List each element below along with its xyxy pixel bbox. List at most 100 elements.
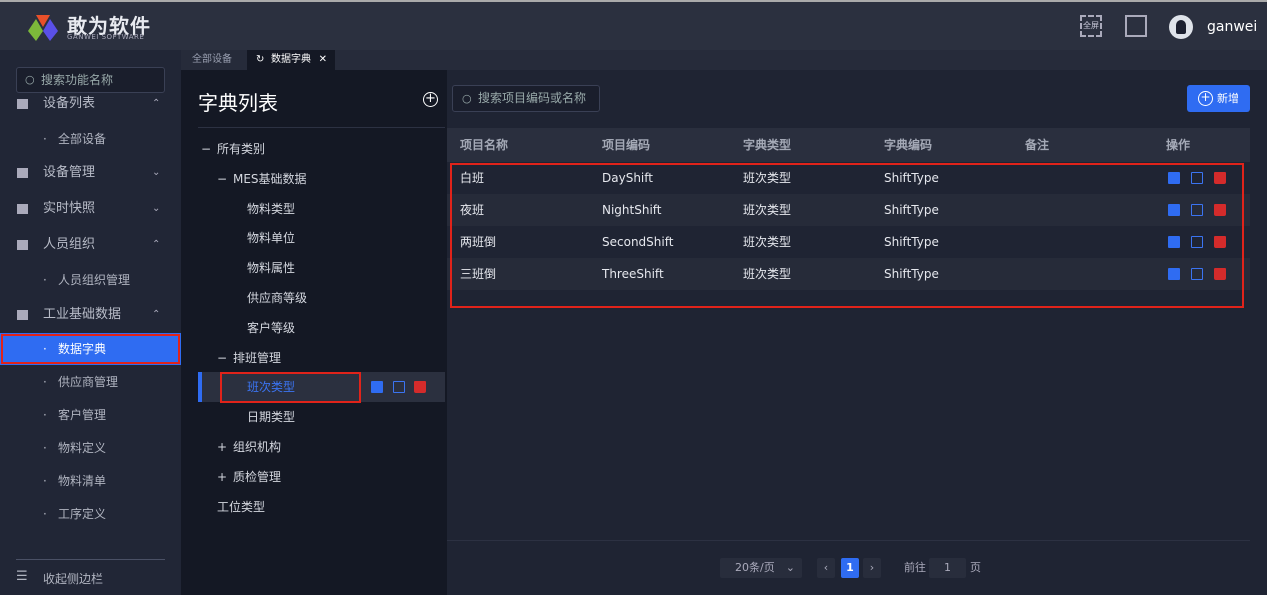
tab-data-dictionary[interactable]: ↻ 数据字典 ✕ (247, 50, 335, 70)
page-1-button[interactable]: 1 (841, 558, 859, 578)
tree-node[interactable]: + 质检管理 (181, 462, 445, 492)
delete-icon[interactable] (414, 381, 426, 394)
tree-node-label: 排班管理 (233, 350, 282, 365)
sidebar-item[interactable]: · 数据字典 (0, 333, 181, 365)
divider (198, 127, 445, 128)
bullet-icon: · (43, 375, 47, 389)
tree-node[interactable]: + 组织机构 (181, 432, 445, 462)
top-header: 敢为软件 GANWEI SOFTWARE 全屏 ganwei (0, 0, 1267, 50)
sidebar-item-label: 客户管理 (58, 408, 107, 422)
menu-icon (17, 204, 28, 214)
chevron-down-icon: ⌄ (152, 203, 161, 214)
chevron-down-icon: ⌄ (152, 167, 161, 178)
sidebar-item[interactable]: · 人员组织管理 (0, 264, 181, 296)
sidebar-item[interactable]: 设备列表 ⌃ (0, 88, 181, 120)
view-icon[interactable] (371, 381, 383, 394)
tree-node[interactable]: 物料类型 (181, 194, 445, 224)
collapse-sidebar-button[interactable]: ☰ 收起侧边栏 (16, 569, 103, 586)
close-icon[interactable]: ✕ (319, 50, 327, 70)
sidebar-item-label: 设备管理 (43, 165, 96, 180)
sidebar-item-label: 工业基础数据 (43, 307, 122, 322)
bullet-icon: · (43, 507, 47, 521)
sidebar-item-label: 物料定义 (58, 441, 107, 455)
sidebar-item-label: 供应商管理 (58, 375, 119, 389)
sidebar-item[interactable]: 人员组织 ⌃ (0, 229, 181, 261)
sidebar-item-label: 数据字典 (58, 342, 107, 356)
chevron-up-icon: ⌃ (152, 239, 161, 250)
sidebar-item[interactable]: · 全部设备 (0, 123, 181, 155)
add-button[interactable]: 新增 (1187, 85, 1250, 112)
tree-node-label: 组织机构 (233, 440, 282, 454)
collapse-icon[interactable]: − (217, 343, 227, 373)
menu-icon (17, 99, 28, 109)
menu-icon (17, 168, 28, 178)
fullscreen-icon[interactable] (1125, 15, 1147, 37)
sidebar-item[interactable]: · 供应商管理 (0, 366, 181, 398)
tree-node-label: 物料类型 (247, 201, 296, 216)
tree-node[interactable]: 日期类型 (181, 402, 445, 432)
column-header: 项目名称 (460, 138, 509, 152)
chevron-down-icon: ⌄ (785, 561, 795, 574)
sidebar-item-label: 人员组织管理 (58, 273, 131, 287)
collapse-icon[interactable]: − (217, 164, 227, 194)
bullet-icon: · (43, 441, 47, 455)
tree-node[interactable]: 客户等级 (181, 313, 445, 343)
tree-node-label: 物料属性 (247, 261, 296, 276)
add-category-button[interactable]: + (423, 92, 438, 107)
tree-node[interactable]: 工位类型 (181, 492, 445, 522)
refresh-icon[interactable]: ↻ (256, 50, 264, 70)
sidebar-item[interactable]: 实时快照 ⌄ (0, 193, 181, 225)
column-header: 操作 (1166, 138, 1191, 152)
bullet-icon: · (43, 408, 47, 422)
tree-node[interactable]: 物料属性 (181, 253, 445, 283)
tree-node-label: 质检管理 (233, 469, 282, 484)
sidebar-item-label: 工序定义 (58, 507, 107, 521)
sidebar-item-label: 物料清单 (58, 474, 107, 488)
page-size-select[interactable]: 20条/页 ⌄ (720, 558, 802, 578)
sidebar-item[interactable]: · 工序定义 (0, 498, 181, 530)
tab-all-devices[interactable]: 全部设备 (181, 50, 243, 70)
highlight-box (220, 372, 361, 403)
highlight-box (450, 163, 1244, 308)
edit-icon[interactable] (393, 381, 405, 394)
tree-node-label: 日期类型 (247, 410, 296, 425)
page-size-value: 20条/页 (735, 561, 775, 574)
tree-node[interactable]: − MES基础数据 (181, 164, 445, 194)
tree-node-label: MES基础数据 (233, 171, 307, 186)
expand-icon[interactable]: + (217, 432, 227, 462)
item-search-input[interactable]: 搜索项目编码或名称 (452, 85, 600, 112)
username[interactable]: ganwei (1207, 19, 1257, 35)
tree-node[interactable]: 供应商等级 (181, 283, 445, 313)
sidebar: 搜索功能名称 设备列表⌃·全部设备设备管理⌄实时快照⌄人员组织⌃·人员组织管理工… (0, 50, 181, 595)
divider (447, 540, 1250, 541)
sidebar-item[interactable]: · 客户管理 (0, 399, 181, 431)
sidebar-item-label: 全部设备 (58, 132, 107, 146)
sidebar-item[interactable]: 工业基础数据 ⌃ (0, 299, 181, 331)
prev-page-button[interactable]: ‹ (817, 558, 835, 578)
goto-page-input[interactable]: 1 (929, 558, 966, 578)
sidebar-item-label: 设备列表 (43, 96, 96, 111)
tree-node-label: 工位类型 (217, 499, 266, 514)
sidebar-item-label: 人员组织 (43, 237, 96, 252)
fullscreen-text-button[interactable]: 全屏 (1080, 15, 1102, 37)
collapse-icon[interactable]: − (201, 134, 211, 164)
tree-node[interactable]: − 排班管理 (181, 343, 445, 373)
brand-subtitle: GANWEI SOFTWARE (67, 33, 145, 41)
expand-icon[interactable]: + (217, 462, 227, 492)
sidebar-item[interactable]: 设备管理 ⌄ (0, 157, 181, 189)
bullet-icon: · (43, 132, 47, 146)
column-header: 字典类型 (743, 138, 792, 152)
collapse-label: 收起侧边栏 (43, 572, 104, 586)
avatar[interactable] (1169, 15, 1193, 39)
logo-icon (28, 15, 58, 41)
dictionary-tree-panel: 字典列表 + − 所有类别 − MES基础数据 物料类型 物料单位 物料属性 供应商等级 客户等… (181, 70, 445, 595)
table-header: 项目名称 项目编码 字典类型 字典编码 备注 操作 (447, 128, 1250, 162)
sidebar-item[interactable]: · 物料定义 (0, 432, 181, 464)
tree-node[interactable]: 物料单位 (181, 223, 445, 253)
tab-bar: 全部设备 ↻ 数据字典 ✕ (181, 50, 1267, 70)
tree-node-label: 所有类别 (217, 142, 266, 156)
tree-node[interactable]: − 所有类别 (181, 134, 445, 164)
next-page-button[interactable]: › (863, 558, 881, 578)
bullet-icon: · (43, 342, 47, 356)
sidebar-item[interactable]: · 物料清单 (0, 465, 181, 497)
